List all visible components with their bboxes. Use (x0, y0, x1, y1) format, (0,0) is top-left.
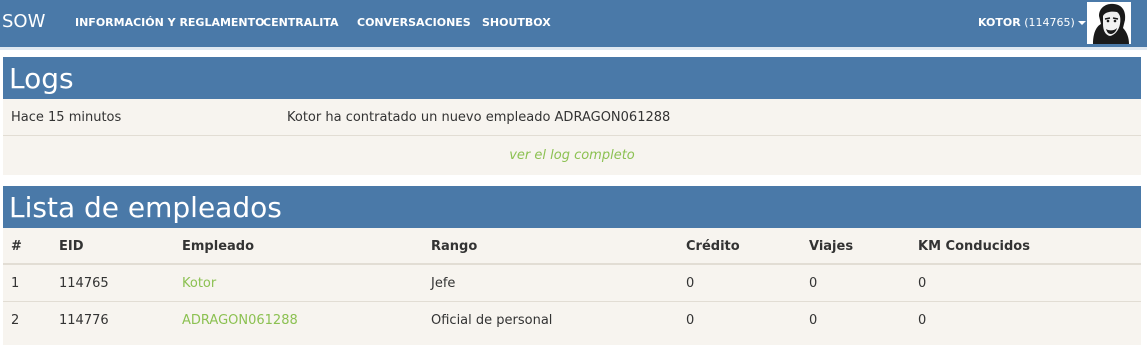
col-number: # (11, 239, 22, 254)
row-rank: Oficial de personal (431, 313, 553, 328)
col-viajes: Viajes (809, 239, 854, 254)
row-number: 2 (11, 313, 20, 328)
nav-shoutbox[interactable]: SHOUTBOX (482, 17, 551, 29)
table-header-row: # EID Empleado Rango Crédito Viajes KM C… (3, 228, 1141, 265)
row-trips: 0 (809, 313, 818, 328)
log-entry: Hace 15 minutos Kotor ha contratado un n… (3, 99, 1141, 136)
nav-conversaciones[interactable]: CONVERSACIONES (357, 17, 471, 29)
col-km-conducidos: KM Conducidos (918, 239, 1030, 254)
row-km: 0 (918, 276, 927, 291)
row-number: 1 (11, 276, 20, 291)
user-menu-dropdown[interactable]: KOTOR (114765) (978, 17, 1086, 29)
employee-link[interactable]: Kotor (182, 265, 216, 302)
caret-down-icon (1077, 21, 1086, 25)
col-eid: EID (59, 239, 84, 254)
table-row: 2 114776 ADRAGON061288 Oficial de person… (3, 302, 1141, 339)
avatar[interactable] (1087, 2, 1131, 44)
view-full-log-link[interactable]: ver el log completo (3, 137, 1141, 174)
employees-table: # EID Empleado Rango Crédito Viajes KM C… (3, 228, 1141, 339)
row-credit: 0 (686, 276, 695, 291)
log-time: Hace 15 minutos (11, 110, 122, 125)
user-name: KOTOR (978, 16, 1021, 29)
nav-centralita[interactable]: CENTRALITA (263, 17, 339, 29)
employees-panel: Lista de empleados # EID Empleado Rango … (3, 186, 1141, 345)
col-rango: Rango (431, 239, 478, 254)
employee-link[interactable]: ADRAGON061288 (182, 302, 298, 339)
log-message: Kotor ha contratado un nuevo empleado AD… (287, 110, 671, 125)
employees-title: Lista de empleados (3, 186, 1141, 228)
row-eid: 114776 (59, 313, 109, 328)
row-trips: 0 (809, 276, 818, 291)
row-credit: 0 (686, 313, 695, 328)
logs-title: Logs (3, 57, 1141, 99)
top-navbar: SOW INFORMACIÓN Y REGLAMENTO CENTRALITA … (0, 0, 1147, 50)
avatar-face-icon (1087, 2, 1131, 44)
user-id: (114765) (1024, 16, 1075, 29)
row-rank: Jefe (431, 276, 456, 291)
logs-panel: Logs Hace 15 minutos Kotor ha contratado… (3, 57, 1141, 175)
nav-informacion-reglamento[interactable]: INFORMACIÓN Y REGLAMENTO (75, 17, 265, 29)
col-empleado: Empleado (182, 239, 255, 254)
table-row: 1 114765 Kotor Jefe 0 0 0 (3, 265, 1141, 302)
row-km: 0 (918, 313, 927, 328)
brand-logo[interactable]: SOW (2, 12, 45, 32)
col-credito: Crédito (686, 239, 740, 254)
row-eid: 114765 (59, 276, 109, 291)
